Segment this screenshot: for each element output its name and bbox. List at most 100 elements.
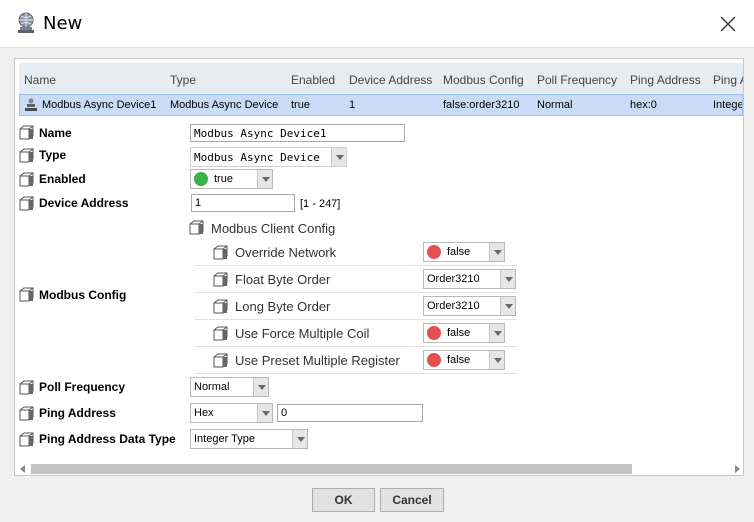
cell-type: Modbus Async Device <box>170 99 279 111</box>
title-bar: New <box>0 0 754 48</box>
false-status-dot-icon <box>427 245 441 259</box>
column-header-ping-address-data-type[interactable]: Ping A <box>713 73 743 87</box>
cube-icon <box>19 125 34 140</box>
device-address-label: Device Address <box>39 196 129 210</box>
float-byte-order-value: Order3210 <box>427 273 480 285</box>
column-header-ping-address[interactable]: Ping Address <box>630 73 701 87</box>
ok-button[interactable]: OK <box>312 488 375 512</box>
content-panel: Name Type Enabled Device Address Modbus … <box>14 58 744 476</box>
table-row[interactable]: Modbus Async Device1 Modbus Async Device… <box>19 94 743 116</box>
cube-icon <box>19 172 34 187</box>
device-address-range: [1 - 247] <box>300 198 341 210</box>
chevron-down-icon[interactable] <box>257 170 272 188</box>
use-preset-multiple-register-label: Use Preset Multiple Register <box>235 353 400 368</box>
ping-address-field[interactable]: 0 <box>277 404 423 422</box>
true-status-dot-icon <box>194 172 208 186</box>
name-label: Name <box>39 126 72 140</box>
override-network-value: false <box>447 246 471 258</box>
cube-icon <box>213 245 228 260</box>
cube-icon <box>19 196 34 211</box>
cell-ping-address: hex:0 <box>630 99 657 111</box>
false-status-dot-icon <box>427 326 441 340</box>
cube-icon <box>189 220 204 235</box>
name-field[interactable]: Modbus Async Device1 <box>190 124 405 142</box>
enabled-value: true <box>214 173 233 185</box>
type-select: Modbus Async Device <box>190 147 347 167</box>
use-force-multiple-coil-label: Use Force Multiple Coil <box>235 326 370 341</box>
override-network-label: Override Network <box>235 245 337 260</box>
long-byte-order-value: Order3210 <box>427 300 480 312</box>
chevron-down-icon <box>331 148 346 166</box>
use-preset-multiple-register-value: false <box>447 354 471 366</box>
cube-icon <box>213 353 228 368</box>
chevron-down-icon[interactable] <box>500 297 515 315</box>
override-network-select[interactable]: false <box>423 242 505 262</box>
divider <box>195 292 517 293</box>
ping-address-data-type-select[interactable]: Integer Type <box>190 429 308 449</box>
divider <box>195 346 517 347</box>
poll-frequency-select[interactable]: Normal <box>190 377 269 397</box>
false-status-dot-icon <box>427 353 441 367</box>
column-header-type[interactable]: Type <box>170 73 196 87</box>
use-preset-multiple-register-select[interactable]: false <box>423 350 505 370</box>
cube-icon <box>19 148 34 163</box>
chevron-down-icon[interactable] <box>489 351 504 369</box>
cell-ping-address-data-type: Intege <box>713 99 743 111</box>
ping-address-data-type-label: Ping Address Data Type <box>39 432 176 446</box>
chevron-down-icon[interactable] <box>500 270 515 288</box>
column-header-enabled[interactable]: Enabled <box>291 73 335 87</box>
table-header: Name Type Enabled Device Address Modbus … <box>19 63 743 95</box>
cell-enabled: true <box>291 99 310 111</box>
chevron-down-icon[interactable] <box>253 378 268 396</box>
cancel-button[interactable]: Cancel <box>380 488 444 512</box>
ping-address-label: Ping Address <box>39 406 116 420</box>
use-force-multiple-coil-value: false <box>447 327 471 339</box>
device-icon <box>25 98 37 111</box>
long-byte-order-label: Long Byte Order <box>235 299 331 314</box>
modbus-client-config-label: Modbus Client Config <box>211 221 336 236</box>
scrollbar-thumb[interactable] <box>31 464 632 474</box>
float-byte-order-select[interactable]: Order3210 <box>423 269 516 289</box>
float-byte-order-label: Float Byte Order <box>235 272 331 287</box>
column-header-name[interactable]: Name <box>24 73 56 87</box>
cube-icon <box>213 272 228 287</box>
divider <box>195 373 517 374</box>
cube-icon <box>19 287 34 302</box>
cube-icon <box>19 380 34 395</box>
ping-address-format-value: Hex <box>194 407 214 419</box>
enabled-select[interactable]: true <box>190 169 273 189</box>
cell-poll-frequency: Normal <box>537 99 573 111</box>
divider <box>195 319 517 320</box>
enabled-label: Enabled <box>39 172 86 186</box>
horizontal-scrollbar[interactable] <box>19 463 741 475</box>
cell-modbus-config: false:order3210 <box>443 99 520 111</box>
poll-frequency-value: Normal <box>194 381 230 393</box>
divider <box>195 265 517 266</box>
chevron-down-icon[interactable] <box>292 430 307 448</box>
use-force-multiple-coil-select[interactable]: false <box>423 323 505 343</box>
device-address-field[interactable]: 1 <box>191 194 295 212</box>
scroll-left-arrow-icon[interactable] <box>20 465 25 473</box>
column-header-poll-frequency[interactable]: Poll Frequency <box>537 73 617 87</box>
cube-icon <box>19 432 34 447</box>
globe-computer-icon <box>18 12 34 33</box>
window-title: New <box>43 13 83 34</box>
modbus-config-label: Modbus Config <box>39 288 127 302</box>
cube-icon <box>213 299 228 314</box>
column-header-device-address[interactable]: Device Address <box>349 73 432 87</box>
type-label: Type <box>39 148 67 162</box>
scroll-right-arrow-icon[interactable] <box>735 465 740 473</box>
long-byte-order-select[interactable]: Order3210 <box>423 296 516 316</box>
cell-name: Modbus Async Device1 <box>42 99 157 111</box>
cell-device-address: 1 <box>349 99 356 111</box>
ping-address-format-select[interactable]: Hex <box>190 403 273 423</box>
column-header-modbus-config[interactable]: Modbus Config <box>443 73 524 87</box>
close-icon[interactable] <box>712 8 744 40</box>
ping-address-data-type-value: Integer Type <box>194 433 255 445</box>
chevron-down-icon[interactable] <box>489 324 504 342</box>
chevron-down-icon[interactable] <box>257 404 272 422</box>
chevron-down-icon[interactable] <box>489 243 504 261</box>
poll-frequency-label: Poll Frequency <box>39 380 126 394</box>
type-value: Modbus Async Device <box>194 151 320 164</box>
cube-icon <box>213 326 228 341</box>
